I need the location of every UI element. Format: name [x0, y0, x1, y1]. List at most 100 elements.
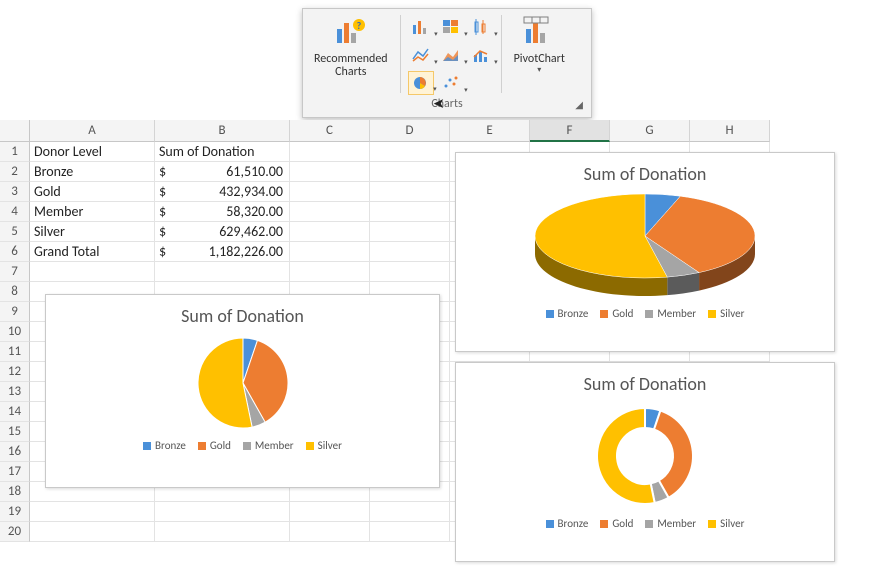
- chart-legend: BronzeGoldMemberSilver: [546, 307, 745, 320]
- row-header-3[interactable]: 3: [0, 182, 30, 202]
- chart-legend: BronzeGoldMemberSilver: [143, 439, 342, 452]
- cell-D5[interactable]: [370, 222, 450, 242]
- cell-C5[interactable]: [290, 222, 370, 242]
- row-header-8[interactable]: 8: [0, 282, 30, 302]
- legend-item: Bronze: [546, 517, 589, 530]
- row-header-15[interactable]: 15: [0, 422, 30, 442]
- legend-item: Member: [243, 439, 294, 452]
- row-header-20[interactable]: 20: [0, 522, 30, 542]
- ribbon-group-label: Charts ◢: [309, 97, 585, 111]
- cell-C4[interactable]: [290, 202, 370, 222]
- cell-C1[interactable]: [290, 142, 370, 162]
- cell-C19[interactable]: [290, 502, 370, 522]
- svg-text:?: ?: [356, 19, 361, 32]
- row-header-18[interactable]: 18: [0, 482, 30, 502]
- cell-D20[interactable]: [370, 522, 450, 542]
- chart-title: Sum of Donation: [584, 373, 707, 395]
- chart-sum-of-donation-2d-pie[interactable]: Sum of Donation BronzeGoldMemberSilver: [45, 294, 440, 488]
- row-header-16[interactable]: 16: [0, 442, 30, 462]
- row-header-2[interactable]: 2: [0, 162, 30, 182]
- cell-D2[interactable]: [370, 162, 450, 182]
- row-header-17[interactable]: 17: [0, 462, 30, 482]
- row-header-19[interactable]: 19: [0, 502, 30, 522]
- row-header-1[interactable]: 1: [0, 142, 30, 162]
- legend-item: Silver: [708, 517, 744, 530]
- cell-C2[interactable]: [290, 162, 370, 182]
- legend-item: Silver: [306, 439, 342, 452]
- row-header-11[interactable]: 11: [0, 342, 30, 362]
- cell-A20[interactable]: [30, 522, 155, 542]
- statistic-chart-button[interactable]: ▾: [468, 15, 494, 39]
- cell-B7[interactable]: [155, 262, 290, 282]
- row-header-5[interactable]: 5: [0, 222, 30, 242]
- cell-C6[interactable]: [290, 242, 370, 262]
- cell-B6[interactable]: $1,182,226.00: [155, 242, 290, 262]
- row-header-12[interactable]: 12: [0, 362, 30, 382]
- column-chart-button[interactable]: ▾: [408, 15, 434, 39]
- scatter-chart-button[interactable]: ▾: [438, 71, 464, 95]
- cell-A6[interactable]: Grand Total: [30, 242, 155, 262]
- area-chart-button[interactable]: ▾: [438, 43, 464, 67]
- cell-B2[interactable]: $61,510.00: [155, 162, 290, 182]
- row-header-13[interactable]: 13: [0, 382, 30, 402]
- hierarchy-chart-button[interactable]: ▾: [438, 15, 464, 39]
- separator: [501, 15, 502, 93]
- column-header-H[interactable]: H: [690, 120, 770, 142]
- cell-D1[interactable]: [370, 142, 450, 162]
- cell-A2[interactable]: Bronze: [30, 162, 155, 182]
- cell-A4[interactable]: Member: [30, 202, 155, 222]
- legend-item: Member: [645, 307, 696, 320]
- row-header-10[interactable]: 10: [0, 322, 30, 342]
- cell-D4[interactable]: [370, 202, 450, 222]
- pie-chart-button[interactable]: ▾: [408, 71, 434, 95]
- row-header-6[interactable]: 6: [0, 242, 30, 262]
- chart-legend: BronzeGoldMemberSilver: [546, 517, 745, 530]
- column-header-B[interactable]: B: [155, 120, 290, 142]
- pie-3d-plot: [515, 191, 775, 301]
- line-chart-button[interactable]: ▾: [408, 43, 434, 67]
- cell-A7[interactable]: [30, 262, 155, 282]
- row-header-4[interactable]: 4: [0, 202, 30, 222]
- cell-B1[interactable]: Sum of Donation: [155, 142, 290, 162]
- chart-type-gallery: ▾ ▾ ▾ ▾ ▾ ▾ ▾: [408, 13, 494, 95]
- chart-sum-of-donation-3d-pie[interactable]: Sum of Donation BronzeGoldMemberSilver: [455, 152, 835, 352]
- cell-B19[interactable]: [155, 502, 290, 522]
- legend-item: Gold: [600, 307, 633, 320]
- cell-C7[interactable]: [290, 262, 370, 282]
- legend-item: Silver: [708, 307, 744, 320]
- cell-B4[interactable]: $58,320.00: [155, 202, 290, 222]
- cell-A5[interactable]: Silver: [30, 222, 155, 242]
- cell-C3[interactable]: [290, 182, 370, 202]
- cell-C20[interactable]: [290, 522, 370, 542]
- dialog-launcher-icon[interactable]: ◢: [575, 98, 583, 111]
- column-header-D[interactable]: D: [370, 120, 450, 142]
- legend-item: Bronze: [143, 439, 186, 452]
- column-header-A[interactable]: A: [30, 120, 155, 142]
- column-headers: ABCDEFGH: [30, 120, 770, 142]
- row-header-14[interactable]: 14: [0, 402, 30, 422]
- column-header-G[interactable]: G: [610, 120, 690, 142]
- column-header-C[interactable]: C: [290, 120, 370, 142]
- legend-item: Member: [645, 517, 696, 530]
- cell-D7[interactable]: [370, 262, 450, 282]
- select-all-corner[interactable]: [0, 120, 30, 142]
- cell-A1[interactable]: Donor Level: [30, 142, 155, 162]
- cell-A19[interactable]: [30, 502, 155, 522]
- cell-B5[interactable]: $629,462.00: [155, 222, 290, 242]
- row-header-9[interactable]: 9: [0, 302, 30, 322]
- row-header-7[interactable]: 7: [0, 262, 30, 282]
- column-header-E[interactable]: E: [450, 120, 530, 142]
- pivotchart-button[interactable]: PivotChart ▾: [509, 13, 570, 77]
- pie-2d-plot: [178, 333, 308, 433]
- cell-D6[interactable]: [370, 242, 450, 262]
- cell-A3[interactable]: Gold: [30, 182, 155, 202]
- row-headers: 1234567891011121314151617181920: [0, 142, 30, 542]
- recommended-charts-button[interactable]: ? RecommendedCharts: [309, 13, 393, 81]
- cell-D3[interactable]: [370, 182, 450, 202]
- column-header-F[interactable]: F: [530, 120, 610, 142]
- combo-chart-button[interactable]: ▾: [468, 43, 494, 67]
- chart-sum-of-donation-doughnut[interactable]: Sum of Donation BronzeGoldMemberSilver: [455, 362, 835, 562]
- cell-B3[interactable]: $432,934.00: [155, 182, 290, 202]
- cell-D19[interactable]: [370, 502, 450, 522]
- cell-B20[interactable]: [155, 522, 290, 542]
